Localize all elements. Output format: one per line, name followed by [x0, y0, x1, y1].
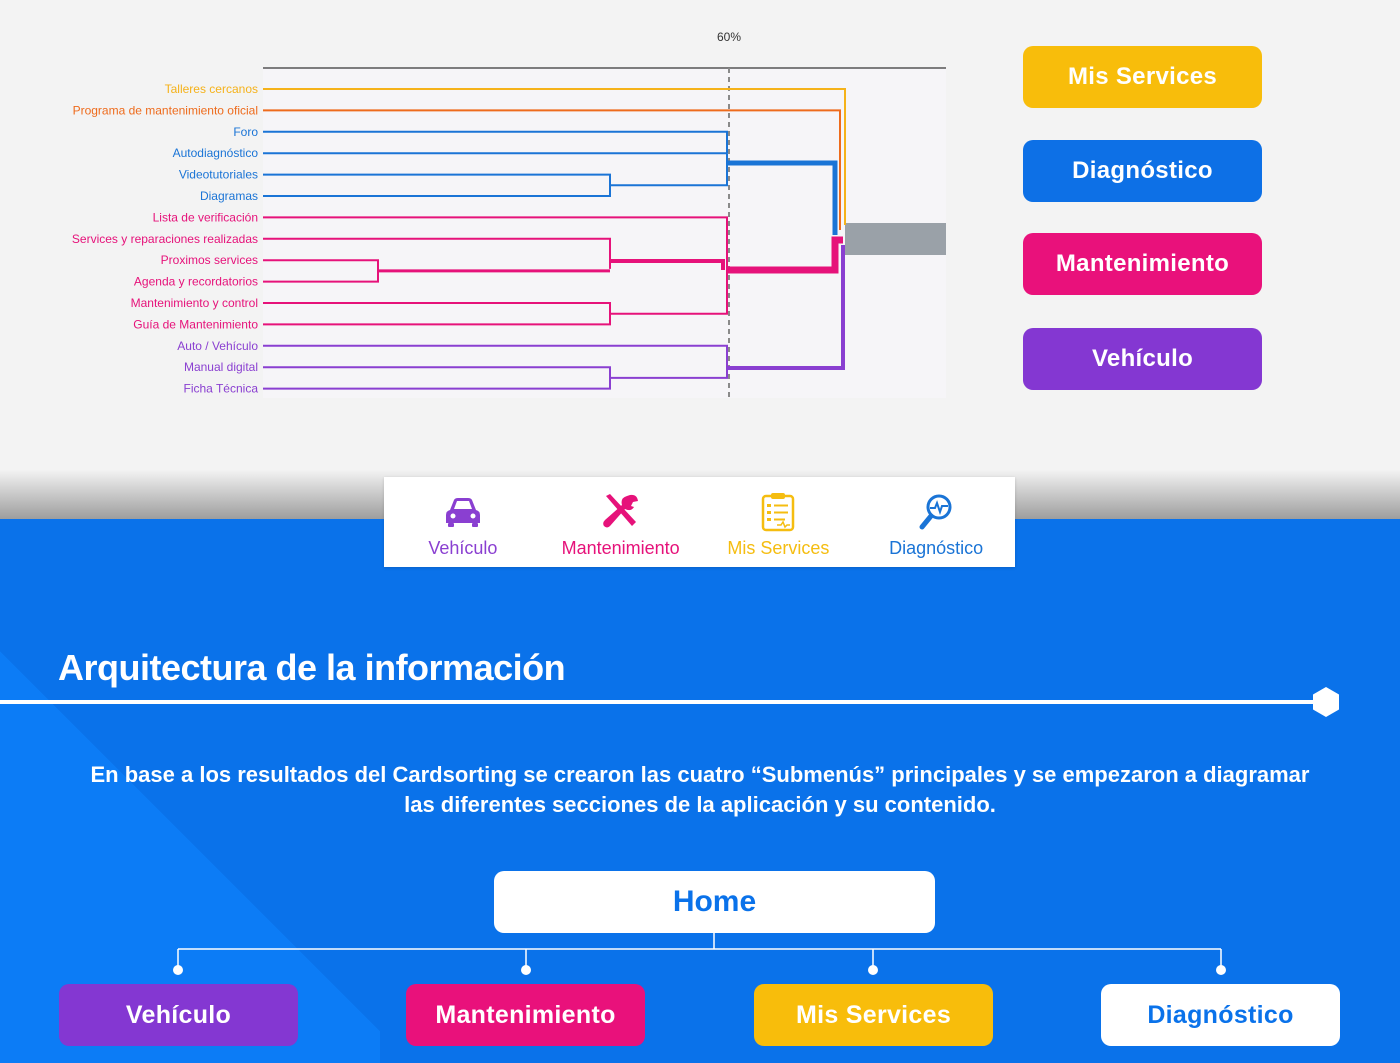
tab-mis-services[interactable]: Mis Services [700, 477, 858, 567]
leaf-label: Guía de Mantenimiento [133, 317, 258, 331]
sitemap-node-diagnostico: Diagnóstico [1101, 984, 1340, 1046]
leaf-label: Proximos services [161, 253, 258, 267]
tab-diagnostico[interactable]: Diagnóstico [857, 477, 1015, 567]
hexagon-marker [1313, 687, 1339, 717]
tab-label: Vehículo [428, 538, 498, 558]
threshold-label: 60% [717, 30, 741, 44]
tab-label: Diagnóstico [889, 538, 984, 558]
sitemap-node-mis-services: Mis Services [754, 984, 993, 1046]
leaf-label: Auto / Vehículo [177, 339, 258, 353]
leaf-labels: Talleres cercanos Programa de mantenimien… [72, 82, 258, 396]
leaf-label: Mantenimiento y control [131, 296, 258, 310]
tab-mantenimiento[interactable]: Mantenimiento [542, 477, 700, 567]
section-title: Arquitectura de la información [58, 647, 566, 688]
category-diagnostico: Diagnóstico [1023, 140, 1262, 202]
leaf-label: Lista de verificación [153, 210, 258, 224]
leaf-label: Services y reparaciones realizadas [72, 232, 258, 246]
category-vehiculo: Vehículo [1023, 328, 1262, 390]
car-icon [445, 498, 480, 527]
sitemap-home-node: Home [494, 871, 935, 933]
category-mantenimiento: Mantenimiento [1023, 233, 1262, 295]
cardsorting-dendrogram: 60% Talleres cercanos Programa de manteni… [72, 30, 946, 398]
leaf-label: Diagramas [200, 189, 258, 203]
leaf-label: Ficha Técnica [184, 382, 259, 396]
title-divider [0, 700, 1320, 704]
sitemap-node-vehiculo: Vehículo [59, 984, 298, 1046]
sitemap-node-mantenimiento: Mantenimiento [406, 984, 645, 1046]
leaf-label: Manual digital [184, 360, 258, 374]
tools-icon [602, 494, 638, 528]
leaf-label: Talleres cercanos [165, 82, 258, 96]
app-tab-bar: Vehículo Mantenimiento Mis Services Diag… [384, 477, 1015, 567]
leaf-label: Agenda y recordatorios [134, 275, 258, 289]
tab-label: Mantenimiento [561, 538, 680, 558]
tab-vehiculo[interactable]: Vehículo [384, 477, 542, 567]
leaf-label: Programa de mantenimiento oficial [73, 103, 258, 117]
category-mis-services: Mis Services [1023, 46, 1262, 108]
tab-label: Mis Services [727, 538, 830, 558]
root-link [845, 223, 946, 255]
leaf-label: Foro [233, 125, 258, 139]
section-description: En base a los resultados del Cardsorting… [90, 762, 1310, 817]
magnifier-pulse-icon [919, 494, 952, 530]
clipboard-icon [762, 493, 795, 532]
leaf-label: Autodiagnóstico [173, 146, 259, 160]
sitemap-connectors [173, 933, 1226, 975]
leaf-label: Videotutoriales [179, 168, 258, 182]
